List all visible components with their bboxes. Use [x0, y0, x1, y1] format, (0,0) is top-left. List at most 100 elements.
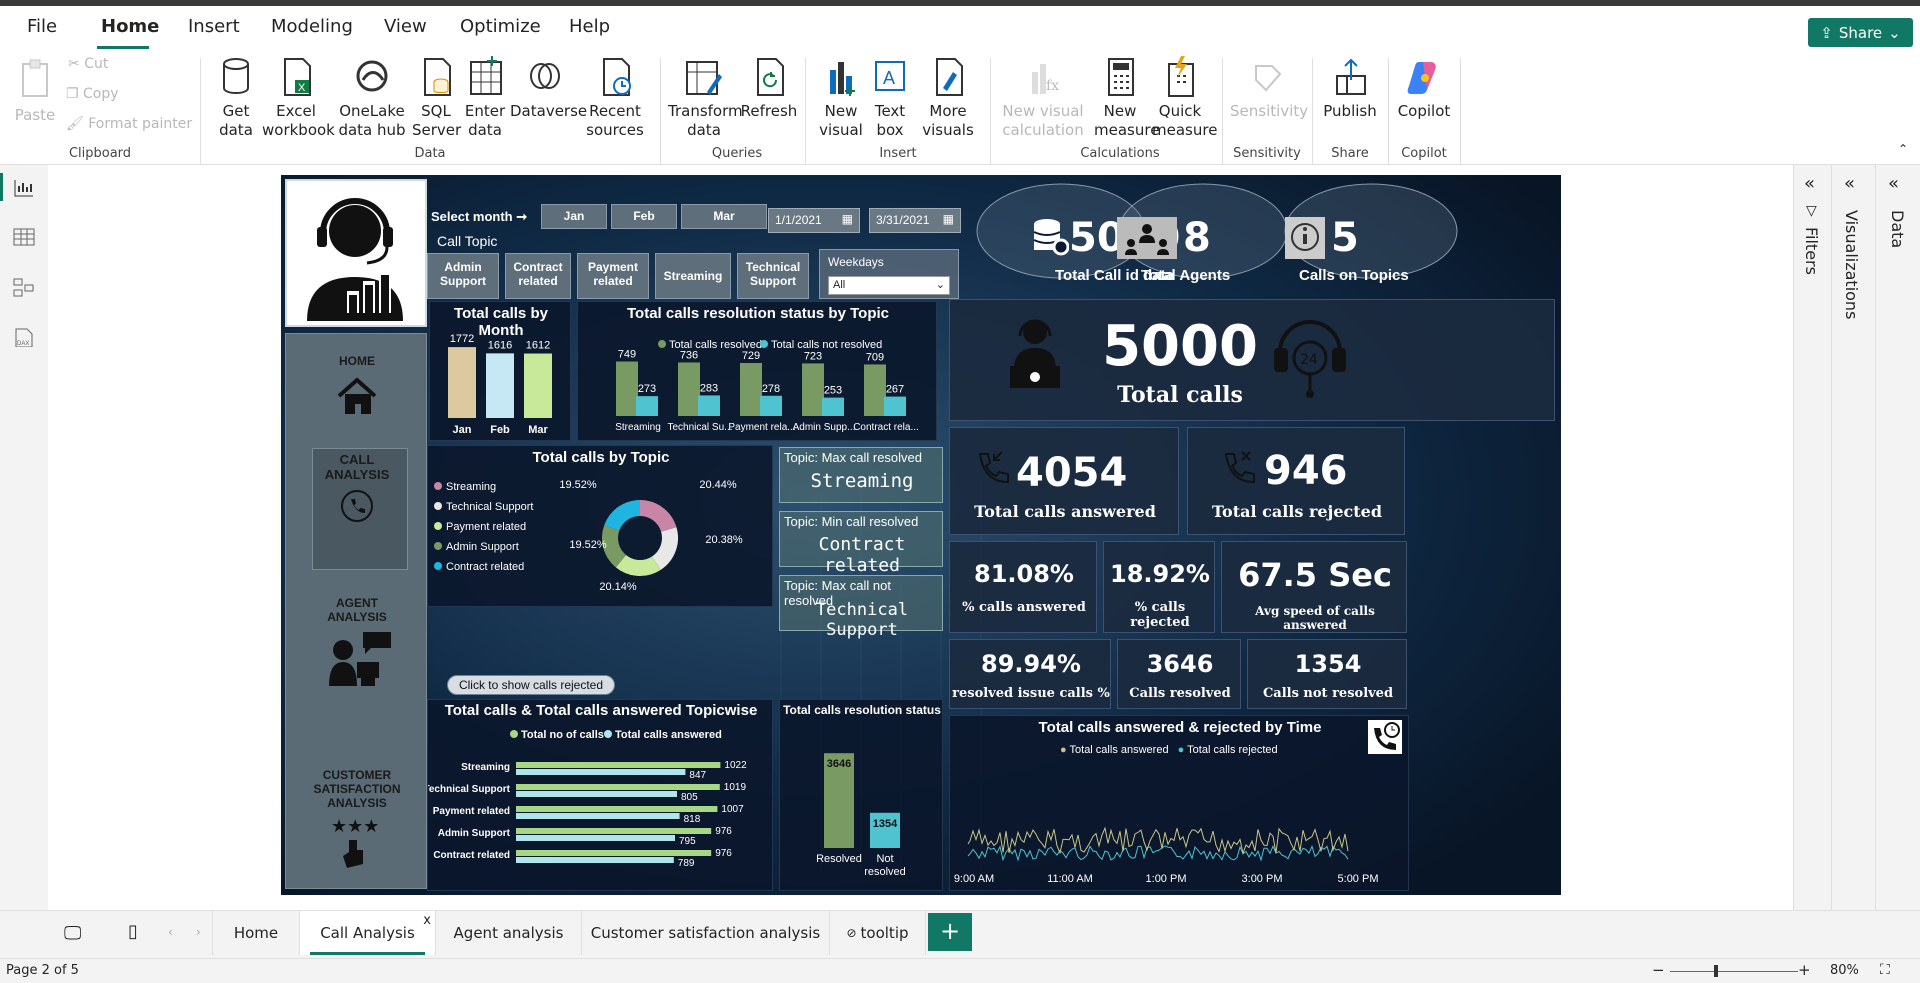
close-icon[interactable]: x [423, 913, 431, 928]
menu-modeling[interactable]: Modeling [271, 16, 353, 37]
cut-button[interactable]: ✂ Cut [68, 56, 108, 72]
data-pane[interactable]: « Data [1876, 165, 1920, 910]
menu-home[interactable]: Home [101, 16, 159, 37]
topic-slicer-contract-related[interactable]: Contract related [505, 253, 571, 299]
legend-dot-answered: ● [1060, 744, 1067, 756]
donut-slice-label: 20.44% [699, 479, 737, 491]
donut-legend-dot [434, 482, 442, 490]
enter-data-button[interactable]: Enter data [461, 56, 509, 140]
dax-query-view-icon[interactable]: DAX [12, 327, 36, 347]
topic-slicer-streaming[interactable]: Streaming [655, 253, 731, 299]
prev-page-icon[interactable]: ‹ [168, 925, 173, 939]
topicwise-panel: Total calls & Total calls answered Topic… [427, 699, 773, 891]
filters-pane[interactable]: « ▽ Filters [1794, 165, 1832, 910]
menu-file[interactable]: File [27, 16, 57, 37]
sql-server-button[interactable]: SQL Server [412, 56, 461, 140]
nav-home[interactable]: HOME [286, 354, 428, 421]
model-view-icon[interactable] [12, 277, 36, 297]
zoom-in-icon[interactable]: + [1798, 961, 1811, 979]
collapse-visualizations-icon[interactable]: « [1844, 173, 1855, 194]
more-visuals-button[interactable]: More visuals [912, 56, 984, 140]
tab-customer-satisfaction[interactable]: Customer satisfaction analysis [582, 911, 830, 955]
topic-slicer-admin-support[interactable]: Admin Support [427, 253, 499, 299]
report-view-icon[interactable] [12, 177, 36, 197]
show-rejected-button[interactable]: Click to show calls rejected [447, 675, 615, 695]
month-slicer-feb[interactable]: Feb [611, 204, 677, 229]
copilot-button[interactable]: Copilot [1394, 56, 1454, 121]
excel-workbook-button[interactable]: X Excel workbook [262, 56, 335, 140]
clock-phone-icon[interactable] [1368, 720, 1402, 754]
copy-button[interactable]: ❐ Copy [66, 86, 119, 102]
month-slicer-jan[interactable]: Jan [541, 204, 607, 229]
next-page-icon[interactable]: › [196, 925, 201, 939]
month-slicer-mar[interactable]: Mar [681, 204, 767, 229]
time-tick-label: 3:00 PM [1242, 873, 1283, 885]
fit-page-icon[interactable]: ⛶ [1880, 962, 1890, 978]
nav-call-analysis[interactable]: CALL ANALYSIS [286, 452, 428, 527]
refresh-button[interactable]: Refresh [740, 56, 798, 121]
team-icon [1117, 217, 1177, 259]
menu-insert[interactable]: Insert [188, 16, 240, 37]
topic-resolution-bar [884, 396, 906, 416]
share-button[interactable]: ⇪ Share ⌄ [1808, 18, 1913, 47]
topic-resolution-value: 267 [886, 384, 904, 396]
collapse-filters-icon[interactable]: « [1804, 173, 1815, 194]
sensitivity-button[interactable]: Sensitivity [1230, 56, 1308, 121]
zoom-out-icon[interactable]: − [1652, 961, 1665, 979]
zoom-slider-thumb[interactable] [1714, 965, 1718, 977]
date-from-input[interactable]: 1/1/2021 ▦ [768, 208, 860, 233]
chevron-down-icon: ⌄ [935, 279, 945, 291]
menu-help[interactable]: Help [569, 16, 610, 37]
text-box-button[interactable]: A Text box [868, 56, 912, 140]
transform-data-button[interactable]: Transform data [668, 56, 743, 140]
navigation-panel: HOME CALL ANALYSIS AGENT ANALYSIS CUSTOM… [285, 333, 427, 889]
topicwise-tick-label: Contract related [433, 850, 510, 861]
svg-text:★★★: ★★★ [331, 816, 379, 837]
desktop-layout-icon[interactable]: 🖵 [64, 923, 81, 944]
dataverse-button[interactable]: Dataverse [510, 56, 587, 121]
menu-optimize[interactable]: Optimize [460, 16, 541, 37]
date-to-input[interactable]: 3/31/2021 ▦ [869, 208, 961, 233]
menu-view[interactable]: View [384, 16, 427, 37]
quick-measure-button[interactable]: Quick measure [1152, 56, 1217, 140]
visualizations-pane[interactable]: « Visualizations [1832, 165, 1876, 910]
rejected-label: Total calls rejected [1211, 502, 1383, 521]
nav-agent-analysis[interactable]: AGENT ANALYSIS [286, 596, 428, 693]
mobile-layout-icon[interactable]: ▯ [128, 921, 138, 942]
table-view-icon[interactable] [12, 227, 36, 247]
new-visual-calculation-button[interactable]: fx New visual calculation [998, 56, 1088, 140]
recent-sources-button[interactable]: Recent sources [580, 56, 650, 140]
zoom-slider[interactable] [1670, 971, 1798, 972]
collapse-data-icon[interactable]: « [1888, 173, 1899, 194]
min-resolved-value: Contract related [818, 534, 906, 576]
topicwise-total-value: 976 [715, 848, 732, 859]
topic-slicer-technical-support[interactable]: Technical Support [737, 253, 809, 299]
new-measure-button[interactable]: New measure [1094, 56, 1159, 140]
get-data-button[interactable]: Get data [212, 56, 260, 140]
topic-tick-label: Payment rela... [728, 422, 795, 433]
nav-customer-satisfaction[interactable]: CUSTOMER SATISFACTION ANALYSIS ★★★ [286, 768, 428, 873]
copilot-icon [1407, 62, 1436, 94]
format-painter-button[interactable]: 🖌 Format painter [66, 116, 192, 132]
collapse-ribbon-icon[interactable]: ⌃ [1898, 142, 1908, 156]
nav-agent-analysis-label: AGENT ANALYSIS [327, 596, 387, 624]
pct-answered-tile: 81.08% % calls answered [949, 541, 1097, 633]
topicwise-total-bar [516, 828, 712, 834]
tab-call-analysis[interactable]: Call Analysis x [300, 911, 436, 955]
topicwise-total-bar [516, 806, 718, 812]
month-bar-value: 1616 [488, 339, 512, 351]
paste-button[interactable]: Paste [14, 58, 56, 125]
publish-button[interactable]: Publish [1320, 56, 1380, 121]
weekdays-dropdown[interactable]: All ⌄ [828, 276, 950, 295]
topic-resolution-bar [864, 364, 886, 416]
new-measure-label: New measure [1094, 102, 1160, 139]
tab-agent-analysis[interactable]: Agent analysis [436, 911, 582, 955]
tab-home[interactable]: Home [212, 911, 300, 955]
onelake-button[interactable]: OneLake data hub [332, 56, 412, 140]
new-visual-button[interactable]: New visual [816, 56, 866, 140]
topic-slicer-payment-related[interactable]: Payment related [577, 253, 649, 299]
calls-not-resolved-tile: 1354 Calls not resolved [1247, 639, 1407, 709]
add-page-button[interactable]: + [928, 913, 972, 951]
tab-tooltip[interactable]: ⊘ tooltip [830, 911, 926, 955]
month-bar-value: 1612 [526, 340, 550, 352]
